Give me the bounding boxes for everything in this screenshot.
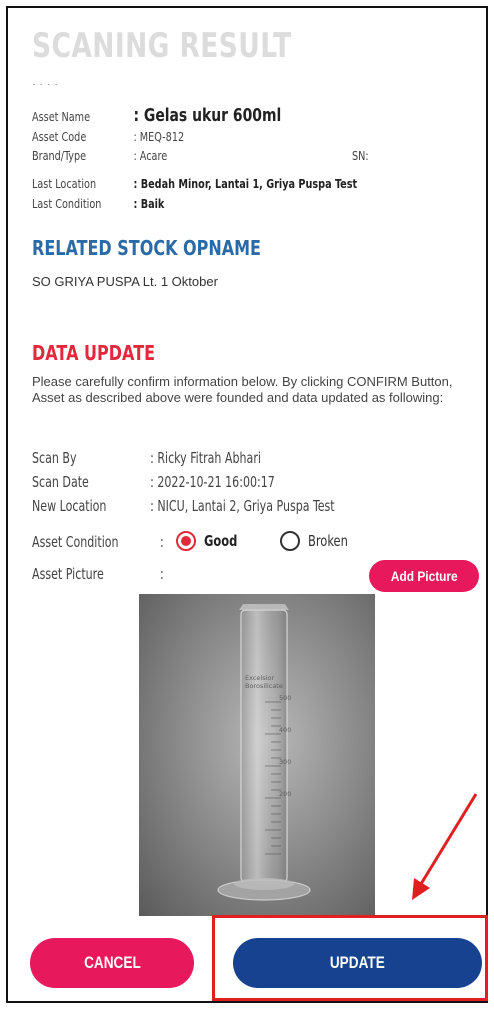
related-stock-opname-value: SO GRIYA PUSPA Lt. 1 Oktober <box>32 274 218 289</box>
brand-row: Brand/Type : Acare <box>32 148 167 164</box>
last-location-row: Last Location : Bedah Minor, Lantai 1, Gr… <box>32 176 357 192</box>
scan-by-value: : Ricky Fitrah Abhari <box>150 449 261 467</box>
scan-date-label: Scan Date <box>32 473 89 491</box>
new-location-label: New Location <box>32 497 107 515</box>
asset-picture-row: Asset Picture <box>32 564 104 584</box>
asset-condition-separator: : <box>160 533 164 551</box>
last-condition-value: : Baik <box>133 196 165 211</box>
related-stock-opname-title: RELATED STOCK OPNAME <box>32 236 261 260</box>
beaker-mark-500: 500 <box>279 694 291 702</box>
asset-code-row: Asset Code : MEQ-812 <box>32 129 184 145</box>
beaker-material-text: Borosilicate <box>245 682 283 690</box>
new-location-row: New Location : NICU, Lantai 2, Griya Pusp… <box>32 496 335 516</box>
scan-date-value: : 2022-10-21 16:00:17 <box>150 473 275 491</box>
asset-name-label: Asset Name <box>32 109 91 124</box>
last-location-value: : Bedah Minor, Lantai 1, Griya Puspa Tes… <box>133 176 358 191</box>
brand-label: Brand/Type <box>32 148 87 163</box>
last-location-label: Last Location <box>32 176 97 191</box>
asset-code-value: : MEQ-812 <box>133 129 185 144</box>
radio-selected-icon <box>176 531 196 551</box>
page-title: SCANING RESULT <box>32 26 292 66</box>
add-picture-label: Add Picture <box>390 568 458 584</box>
asset-picture-label: Asset Picture <box>32 565 104 583</box>
condition-good-radio[interactable]: Good <box>176 531 243 551</box>
data-update-instructions: Please carefully confirm information bel… <box>32 374 453 405</box>
beaker-mark-400: 400 <box>279 726 291 734</box>
asset-name-row: Asset Name : Gelas ukur 600ml <box>32 104 281 128</box>
asset-condition-label: Asset Condition <box>32 533 119 551</box>
asset-code-label: Asset Code <box>32 129 87 144</box>
add-picture-button[interactable]: Add Picture <box>369 560 479 592</box>
brand-value: : Acare <box>133 148 168 163</box>
asset-name-value: : Gelas ukur 600ml <box>133 105 282 126</box>
scan-date-row: Scan Date : 2022-10-21 16:00:17 <box>32 472 275 492</box>
asset-picture-separator: : <box>160 565 164 583</box>
beaker-mark-200: 200 <box>279 790 291 798</box>
beaker-mark-300: 300 <box>279 758 291 766</box>
condition-broken-label: Broken <box>308 532 348 550</box>
radio-unselected-icon <box>280 531 300 551</box>
app-screen: SCANING RESULT · · · · Asset Name : Gelas… <box>6 6 488 1003</box>
asset-condition-row: Asset Condition <box>32 532 119 552</box>
asset-photo: Excelsior Borosilicate 500 400 300 200 <box>139 594 375 916</box>
condition-good-label: Good <box>204 532 238 550</box>
condition-broken-radio[interactable]: Broken <box>280 531 355 551</box>
graduated-cylinder-image: Excelsior Borosilicate 500 400 300 200 <box>217 604 311 901</box>
scan-by-row: Scan By : Ricky Fitrah Abhari <box>32 448 261 468</box>
last-condition-label: Last Condition <box>32 196 102 211</box>
last-condition-row: Last Condition : Baik <box>32 196 164 212</box>
beaker-brand-text: Excelsior <box>245 674 274 682</box>
cut-off-text: · · · · <box>32 84 58 92</box>
cancel-label: CANCEL <box>83 953 141 972</box>
update-highlight-box <box>212 915 488 1001</box>
cancel-button[interactable]: CANCEL <box>30 938 194 988</box>
sn-label: SN: <box>352 148 369 163</box>
new-location-value: : NICU, Lantai 2, Griya Puspa Test <box>150 497 335 515</box>
data-update-title: DATA UPDATE <box>32 341 156 365</box>
scan-by-label: Scan By <box>32 449 77 467</box>
